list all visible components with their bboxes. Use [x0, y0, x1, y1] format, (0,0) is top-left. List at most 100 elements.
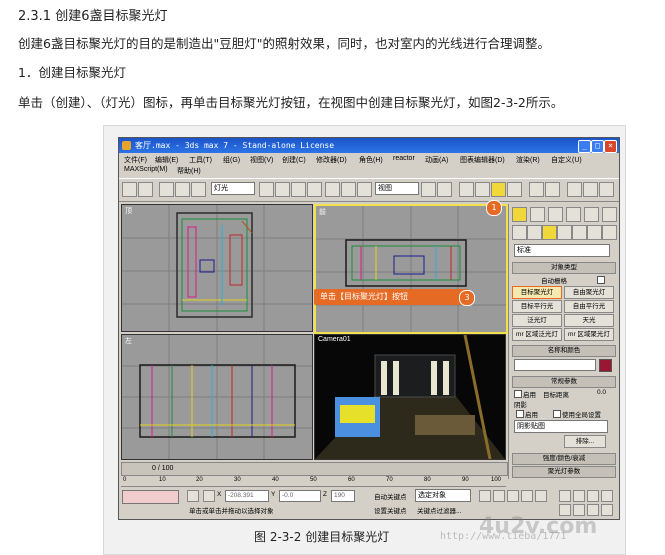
- snap-icon[interactable]: [459, 182, 474, 197]
- spacewarps-icon[interactable]: [587, 225, 602, 240]
- menu-views[interactable]: 视图(V): [250, 155, 273, 165]
- target-spot-button[interactable]: 目标聚光灯: [512, 286, 562, 299]
- select-by-name-icon[interactable]: [275, 182, 290, 197]
- y-coordinate-field[interactable]: -0.0: [279, 490, 321, 502]
- display-tab-icon[interactable]: [584, 207, 599, 222]
- target-direct-button[interactable]: 目标平行光: [512, 300, 562, 313]
- scale-icon[interactable]: [357, 182, 372, 197]
- viewport-camera[interactable]: Camera01: [314, 334, 506, 460]
- next-frame-icon[interactable]: [521, 490, 533, 502]
- object-name-field[interactable]: [514, 359, 596, 371]
- zoom-extents-icon[interactable]: [587, 490, 599, 502]
- utilities-tab-icon[interactable]: [602, 207, 617, 222]
- manipulate-icon[interactable]: [437, 182, 452, 197]
- modify-tab-icon[interactable]: [530, 207, 545, 222]
- select-object-icon[interactable]: [259, 182, 274, 197]
- create-tab-icon[interactable]: [512, 207, 527, 222]
- angle-snap-icon[interactable]: [475, 182, 490, 197]
- menu-animation[interactable]: 动画(A): [425, 155, 448, 165]
- close-button[interactable]: ×: [604, 140, 617, 153]
- set-key-label[interactable]: 设置关键点: [374, 505, 407, 515]
- hierarchy-tab-icon[interactable]: [548, 207, 563, 222]
- mirror-icon[interactable]: [529, 182, 544, 197]
- move-icon[interactable]: [325, 182, 340, 197]
- rotate-icon[interactable]: [341, 182, 356, 197]
- systems-icon[interactable]: [602, 225, 617, 240]
- zoom-icon[interactable]: [559, 490, 571, 502]
- time-slider[interactable]: 0 / 100: [121, 462, 508, 476]
- pivot-icon[interactable]: [421, 182, 436, 197]
- z-coordinate-field[interactable]: 190: [331, 490, 355, 502]
- shadow-enable-checkbox[interactable]: [516, 410, 524, 418]
- prev-frame-icon[interactable]: [493, 490, 505, 502]
- menu-modifiers[interactable]: 修改器(D): [316, 155, 347, 165]
- viewport-front[interactable]: 前: [314, 204, 508, 334]
- rollout-name-color[interactable]: 名称和颜色: [512, 345, 616, 357]
- menu-reactor[interactable]: reactor: [393, 155, 415, 162]
- rollout-general-params[interactable]: 常规参数: [512, 376, 616, 388]
- menu-maxscript[interactable]: MAXScript(M): [124, 166, 168, 173]
- track-bar[interactable]: 0 10 20 30 40 50 60 70 80 90 100: [121, 476, 506, 487]
- maximize-button[interactable]: □: [591, 140, 604, 153]
- geometry-icon[interactable]: [512, 225, 527, 240]
- zoom-extents-all-icon[interactable]: [601, 490, 613, 502]
- menu-character[interactable]: 角色(H): [359, 155, 383, 165]
- percent-snap-icon[interactable]: [491, 182, 506, 197]
- material-editor-icon[interactable]: [567, 182, 582, 197]
- x-coordinate-field[interactable]: -208.391: [225, 490, 269, 502]
- absolute-mode-icon[interactable]: [203, 490, 215, 502]
- window-crossing-icon[interactable]: [307, 182, 322, 197]
- viewport-top[interactable]: 顶: [121, 204, 313, 332]
- menu-group[interactable]: 组(G): [223, 155, 240, 165]
- menu-graph-editors[interactable]: 图表编辑器(D): [460, 155, 505, 165]
- skylight-button[interactable]: 天光: [564, 314, 614, 327]
- maxscript-listener[interactable]: [122, 490, 179, 504]
- align-icon[interactable]: [545, 182, 560, 197]
- unlink-icon[interactable]: [175, 182, 190, 197]
- menu-customize[interactable]: 自定义(U): [551, 155, 582, 165]
- shapes-icon[interactable]: [527, 225, 542, 240]
- autogrid-checkbox[interactable]: [597, 276, 605, 284]
- zoom-all-icon[interactable]: [573, 490, 585, 502]
- viewport-left[interactable]: 左: [121, 334, 313, 460]
- light-enable-checkbox[interactable]: [514, 390, 522, 398]
- selection-filter-select[interactable]: 灯光: [211, 182, 255, 195]
- goto-end-icon[interactable]: [535, 490, 547, 502]
- maximize-viewport-icon[interactable]: [601, 504, 613, 516]
- quick-render-icon[interactable]: [599, 182, 614, 197]
- rollout-spotlight-params[interactable]: 聚光灯参数: [512, 466, 616, 478]
- motion-tab-icon[interactable]: [566, 207, 581, 222]
- auto-key-label[interactable]: 自动关键点: [374, 491, 407, 501]
- spinner-snap-icon[interactable]: [507, 182, 522, 197]
- light-category-select[interactable]: 标准: [514, 244, 610, 257]
- omni-button[interactable]: 泛光灯: [512, 314, 562, 327]
- menu-rendering[interactable]: 渲染(R): [516, 155, 540, 165]
- bind-spacewarp-icon[interactable]: [191, 182, 206, 197]
- mr-area-spot-button[interactable]: mr 区域聚光灯: [564, 328, 614, 341]
- object-color-swatch[interactable]: [599, 359, 612, 372]
- helpers-icon[interactable]: [572, 225, 587, 240]
- minimize-button[interactable]: _: [578, 140, 591, 153]
- free-spot-button[interactable]: 自由聚光灯: [564, 286, 614, 299]
- shadow-type-select[interactable]: 阴影贴图: [514, 420, 608, 433]
- render-scene-icon[interactable]: [583, 182, 598, 197]
- use-global-checkbox[interactable]: [553, 410, 561, 418]
- link-icon[interactable]: [159, 182, 174, 197]
- goto-start-icon[interactable]: [479, 490, 491, 502]
- cameras-icon[interactable]: [557, 225, 572, 240]
- menu-edit[interactable]: 编辑(E): [155, 155, 178, 165]
- exclude-button[interactable]: 排除...: [564, 435, 606, 448]
- rollout-intensity[interactable]: 强度/颜色/衰减: [512, 453, 616, 465]
- lock-icon[interactable]: [187, 490, 199, 502]
- menu-tools[interactable]: 工具(T): [189, 155, 212, 165]
- redo-icon[interactable]: [138, 182, 153, 197]
- free-direct-button[interactable]: 自由平行光: [564, 300, 614, 313]
- rollout-object-type[interactable]: 对象类型: [512, 262, 616, 274]
- reference-coord-select[interactable]: 视图: [375, 182, 419, 195]
- play-icon[interactable]: [507, 490, 519, 502]
- key-filters-button[interactable]: 关键点过滤器...: [417, 505, 461, 515]
- rect-selection-icon[interactable]: [291, 182, 306, 197]
- menu-file[interactable]: 文件(F): [124, 155, 147, 165]
- menu-create[interactable]: 创建(C): [282, 155, 306, 165]
- lights-icon[interactable]: [542, 225, 557, 240]
